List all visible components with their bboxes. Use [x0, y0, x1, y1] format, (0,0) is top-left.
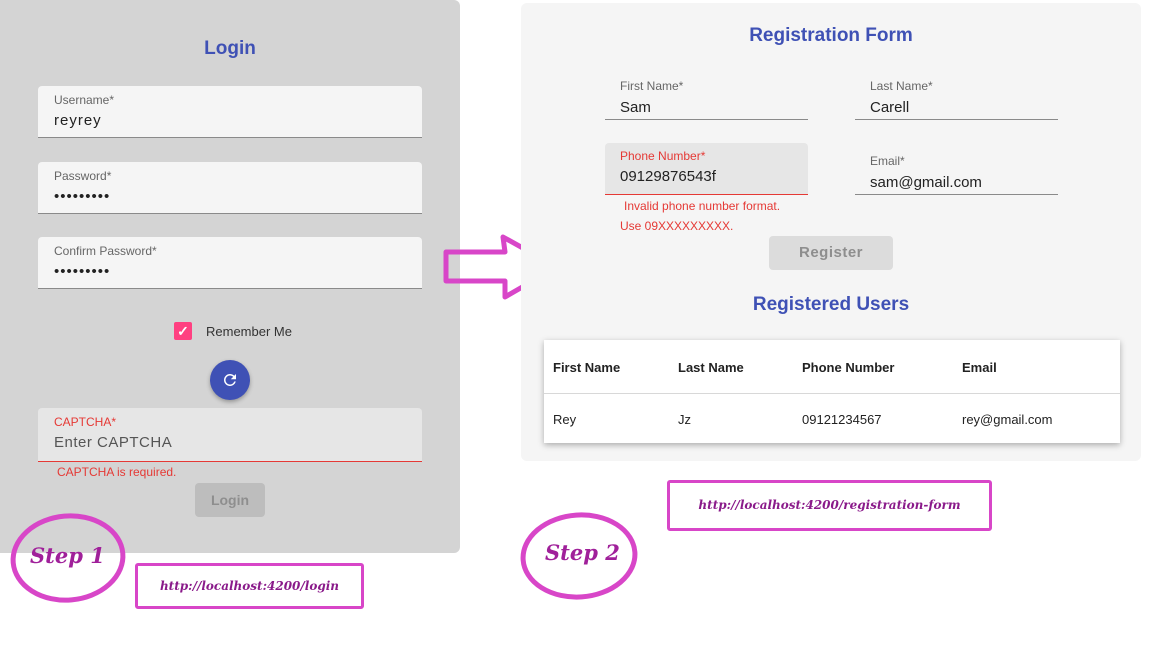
last-name-value[interactable]: Carell — [870, 99, 909, 116]
last-name-label: Last Name* — [870, 79, 933, 93]
password-label: Password* — [54, 169, 112, 183]
step-1-label: Step 1 — [30, 543, 105, 568]
check-icon: ✓ — [177, 323, 189, 339]
table-cell-first-name: Rey — [553, 412, 577, 427]
login-title: Login — [204, 38, 256, 59]
username-field[interactable]: Username* reyrey — [38, 86, 422, 138]
login-url-annotation: http://localhost:4200/login — [135, 563, 364, 609]
phone-number-field[interactable]: Phone Number* 09129876543f — [605, 143, 808, 195]
column-header-email: Email — [962, 360, 997, 375]
column-header-first-name: First Name — [553, 360, 621, 375]
password-value[interactable]: ••••••••• — [54, 188, 394, 205]
phone-error-hint: Use 09XXXXXXXXX. — [620, 219, 734, 233]
phone-error-message: Invalid phone number format. — [624, 199, 781, 213]
email-value[interactable]: sam@gmail.com — [870, 174, 982, 191]
login-card: Login Username* reyrey Password* •••••••… — [0, 0, 460, 553]
registration-title: Registration Form — [749, 25, 913, 46]
registered-users-table: First Name Last Name Phone Number Email … — [544, 340, 1120, 443]
login-button[interactable]: Login — [195, 483, 265, 517]
confirm-password-label: Confirm Password* — [54, 244, 157, 258]
row-divider — [544, 393, 1120, 394]
refresh-captcha-button[interactable] — [210, 360, 250, 400]
register-button[interactable]: Register — [769, 236, 893, 270]
step-2-label: Step 2 — [545, 540, 620, 565]
phone-number-value[interactable]: 09129876543f — [620, 168, 716, 185]
first-name-field[interactable]: First Name* Sam — [605, 73, 808, 120]
last-name-field[interactable]: Last Name* Carell — [855, 73, 1058, 120]
email-label: Email* — [870, 154, 905, 168]
first-name-value[interactable]: Sam — [620, 99, 651, 116]
remember-me-label: Remember Me — [206, 324, 292, 339]
captcha-error: CAPTCHA is required. — [57, 465, 177, 479]
email-field[interactable]: Email* sam@gmail.com — [855, 148, 1058, 195]
confirm-password-field[interactable]: Confirm Password* ••••••••• — [38, 237, 422, 289]
phone-number-label: Phone Number* — [620, 149, 706, 163]
username-value[interactable]: reyrey — [54, 112, 394, 129]
table-cell-phone-number: 09121234567 — [802, 412, 882, 427]
registration-card: Registration Form First Name* Sam Last N… — [521, 3, 1141, 461]
first-name-label: First Name* — [620, 79, 684, 93]
username-label: Username* — [54, 93, 115, 107]
password-field[interactable]: Password* ••••••••• — [38, 162, 422, 214]
refresh-icon — [224, 374, 236, 386]
remember-me-checkbox[interactable]: ✓ — [174, 322, 192, 340]
captcha-input[interactable] — [54, 434, 394, 451]
column-header-phone-number: Phone Number — [802, 360, 895, 375]
confirm-password-value[interactable]: ••••••••• — [54, 263, 394, 280]
captcha-field[interactable]: CAPTCHA* — [38, 408, 422, 462]
captcha-label: CAPTCHA* — [54, 415, 117, 429]
table-cell-last-name: Jz — [678, 412, 691, 427]
registration-url-annotation: http://localhost:4200/registration-form — [667, 480, 992, 531]
table-cell-email: rey@gmail.com — [962, 412, 1053, 427]
column-header-last-name: Last Name — [678, 360, 744, 375]
registered-users-title: Registered Users — [752, 294, 910, 315]
